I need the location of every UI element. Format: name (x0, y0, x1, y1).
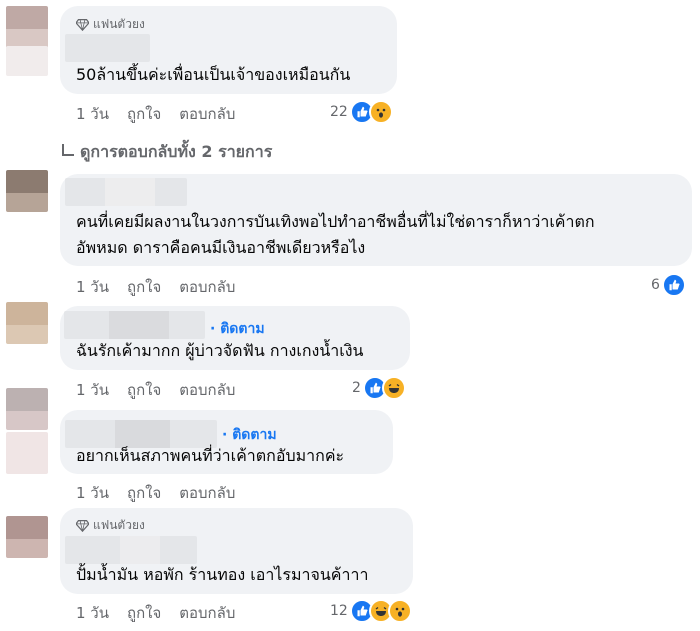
like-button[interactable]: ถูกใจ (127, 378, 161, 402)
top-fan-badge: แฟนตัวยง (76, 516, 145, 535)
comment-bubble: · ติดตาม ฉันรักเค้ามากก ผู้บ่าวจัดฟัน กา… (60, 306, 410, 370)
reaction-summary[interactable]: 22 (330, 100, 393, 124)
comment-actions: 1 วัน ถูกใจ ตอบกลับ (76, 275, 235, 299)
diamond-icon (76, 520, 89, 532)
like-button[interactable]: ถูกใจ (127, 102, 161, 126)
badge-label: แฟนตัวยง (93, 518, 145, 532)
comment-bubble: แฟนตัวยง 50ล้านขึ้นค่ะเพื่อนเป็นเจ้าของเ… (60, 6, 397, 94)
comment-time[interactable]: 1 วัน (76, 481, 109, 505)
reply-button[interactable]: ตอบกลับ (179, 378, 235, 402)
reply-button[interactable]: ตอบกลับ (179, 102, 235, 126)
comment-actions: 1 วัน ถูกใจ ตอบกลับ (76, 102, 235, 126)
reaction-summary[interactable]: 6 (651, 273, 686, 297)
reply-button[interactable]: ตอบกลับ (179, 275, 235, 299)
like-button[interactable]: ถูกใจ (127, 601, 161, 625)
comment-text: ฉันรักเค้ามากก ผู้บ่าวจัดฟัน กางเกงน้ำเง… (76, 341, 364, 360)
view-replies-link[interactable]: ดูการตอบกลับทั้ง 2 รายการ (62, 140, 272, 165)
author-name[interactable] (65, 178, 187, 206)
comment-text-line: อัพหมด ดาราคือคนมีเงินอาชีพเดียวหรือไง (76, 238, 366, 257)
like-button[interactable]: ถูกใจ (127, 481, 161, 505)
comment-text: ปั้มน้ำมัน หอพัก ร้านทอง เอาไรมาจนค้าาา (76, 565, 369, 584)
reply-button[interactable]: ตอบกลับ (179, 481, 235, 505)
avatar[interactable] (6, 302, 48, 344)
comment-text: 50ล้านขึ้นค่ะเพื่อนเป็นเจ้าของเหมือนกัน (76, 65, 351, 84)
comment-time[interactable]: 1 วัน (76, 275, 109, 299)
reaction-summary[interactable]: 12 (330, 599, 412, 623)
avatar[interactable] (6, 170, 48, 212)
reaction-count: 22 (330, 104, 348, 120)
author-name[interactable] (64, 311, 205, 339)
comment-text-line: คนที่เคยมีผลงานในวงการบันเทิงพอไปทำอาชีพ… (76, 212, 595, 231)
comment-time[interactable]: 1 วัน (76, 102, 109, 126)
diamond-icon (76, 19, 89, 31)
comment-text: อยากเห็นสภาพคนที่ว่าเค้าตกอับมากค่ะ (76, 446, 345, 465)
like-button[interactable]: ถูกใจ (127, 275, 161, 299)
comment-actions: 1 วัน ถูกใจ ตอบกลับ (76, 601, 235, 625)
avatar[interactable] (6, 388, 48, 430)
reply-button[interactable]: ตอบกลับ (179, 601, 235, 625)
wow-icon (387, 599, 412, 623)
avatar (6, 432, 48, 474)
comment-time[interactable]: 1 วัน (76, 378, 109, 402)
reply-arrow-icon (62, 143, 74, 156)
comment-time[interactable]: 1 วัน (76, 601, 109, 625)
reaction-summary[interactable]: 2 (352, 376, 406, 400)
avatar[interactable] (6, 516, 48, 558)
comment-bubble: คนที่เคยมีผลงานในวงการบันเทิงพอไปทำอาชีพ… (60, 174, 692, 266)
reaction-count: 2 (352, 380, 361, 396)
comment-actions: 1 วัน ถูกใจ ตอบกลับ (76, 378, 235, 402)
haha-icon (381, 376, 406, 400)
view-replies-label: ดูการตอบกลับทั้ง 2 รายการ (80, 142, 273, 161)
comment-actions: 1 วัน ถูกใจ ตอบกลับ (76, 481, 235, 505)
wow-icon (368, 100, 393, 124)
follow-link[interactable]: · ติดตาม (210, 318, 265, 340)
comment-bubble: แฟนตัวยง ปั้มน้ำมัน หอพัก ร้านทอง เอาไรม… (60, 508, 413, 594)
comment-bubble: · ติดตาม อยากเห็นสภาพคนที่ว่าเค้าตกอับมา… (60, 410, 393, 474)
reaction-count: 12 (330, 603, 348, 619)
avatar[interactable] (6, 6, 48, 48)
avatar (6, 46, 48, 76)
comment-text: คนที่เคยมีผลงานในวงการบันเทิงพอไปทำอาชีพ… (76, 209, 595, 261)
author-name[interactable] (65, 34, 150, 62)
badge-label: แฟนตัวยง (93, 17, 145, 31)
top-fan-badge: แฟนตัวยง (76, 15, 145, 34)
author-name[interactable] (65, 536, 197, 564)
reaction-count: 6 (651, 277, 660, 293)
like-icon (661, 273, 686, 297)
